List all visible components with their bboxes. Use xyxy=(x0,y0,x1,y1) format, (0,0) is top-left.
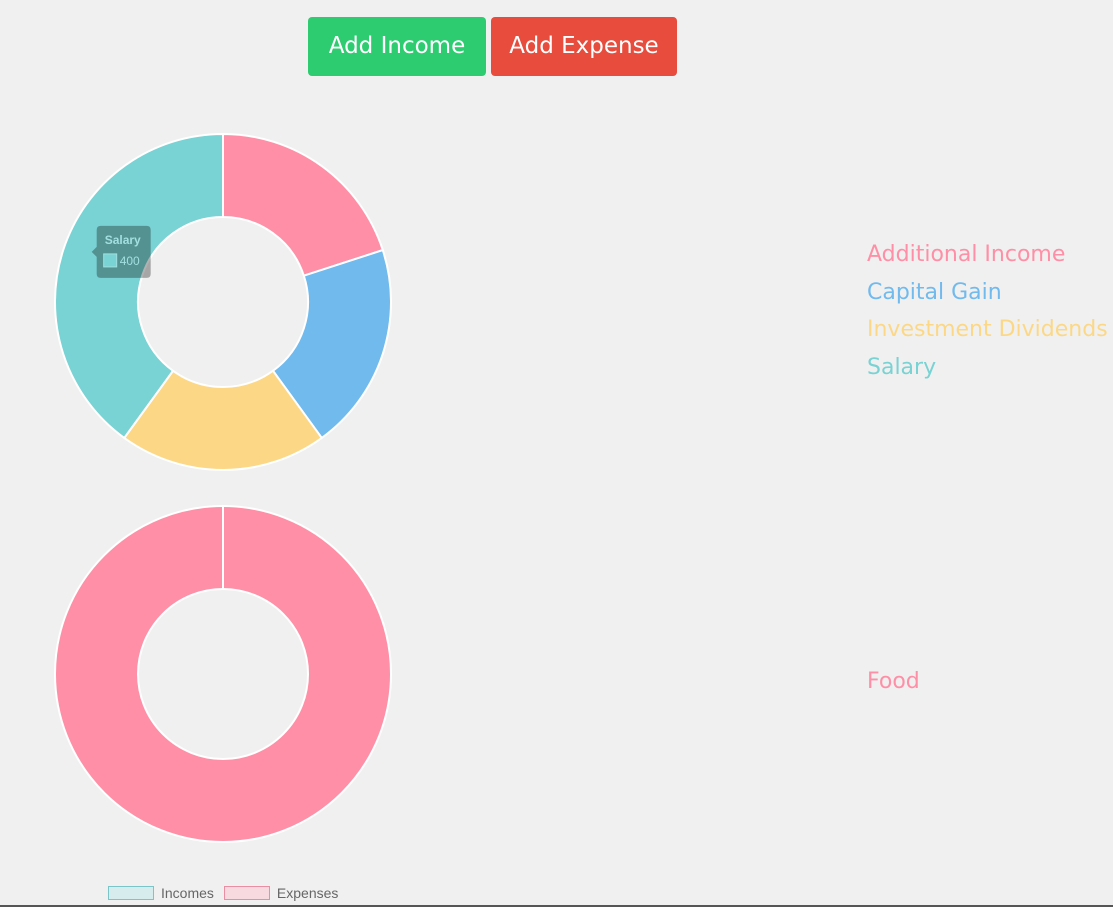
add-income-button[interactable]: Add Income xyxy=(308,17,486,76)
income-legend-salary: Salary xyxy=(867,354,937,380)
dataset-legend: Incomes Expenses xyxy=(108,885,348,901)
income-legend-capital-gain: Capital Gain xyxy=(867,279,1002,305)
income-tooltip-title: Salary xyxy=(105,233,141,247)
expense-ring-border xyxy=(137,588,309,760)
legend-label-incomes: Incomes xyxy=(161,885,214,901)
income-legend: Additional Income Capital Gain Investment … xyxy=(867,236,1108,386)
expense-legend-food: Food xyxy=(867,669,920,694)
legend-item-expenses[interactable]: Expenses xyxy=(223,885,339,901)
legend-item-incomes[interactable]: Incomes xyxy=(108,885,214,901)
income-legend-additional-income: Additional Income xyxy=(867,242,1066,267)
add-expense-button[interactable]: Add Expense xyxy=(491,17,677,76)
legend-swatch-incomes xyxy=(108,886,154,900)
expense-donut-chart xyxy=(54,505,392,843)
legend-label-expenses: Expenses xyxy=(276,885,339,901)
expense-legend: Food xyxy=(867,663,920,701)
income-tooltip-swatch xyxy=(103,253,118,268)
income-slice-additional-income[interactable] xyxy=(222,133,384,277)
income-tooltip-value: 400 xyxy=(120,254,140,268)
legend-swatch-expenses xyxy=(223,886,270,900)
income-legend-investment-dividends: Investment Dividends xyxy=(867,317,1108,342)
income-donut-chart: Salary 400 xyxy=(54,133,392,471)
income-tooltip: Salary 400 xyxy=(91,225,151,278)
